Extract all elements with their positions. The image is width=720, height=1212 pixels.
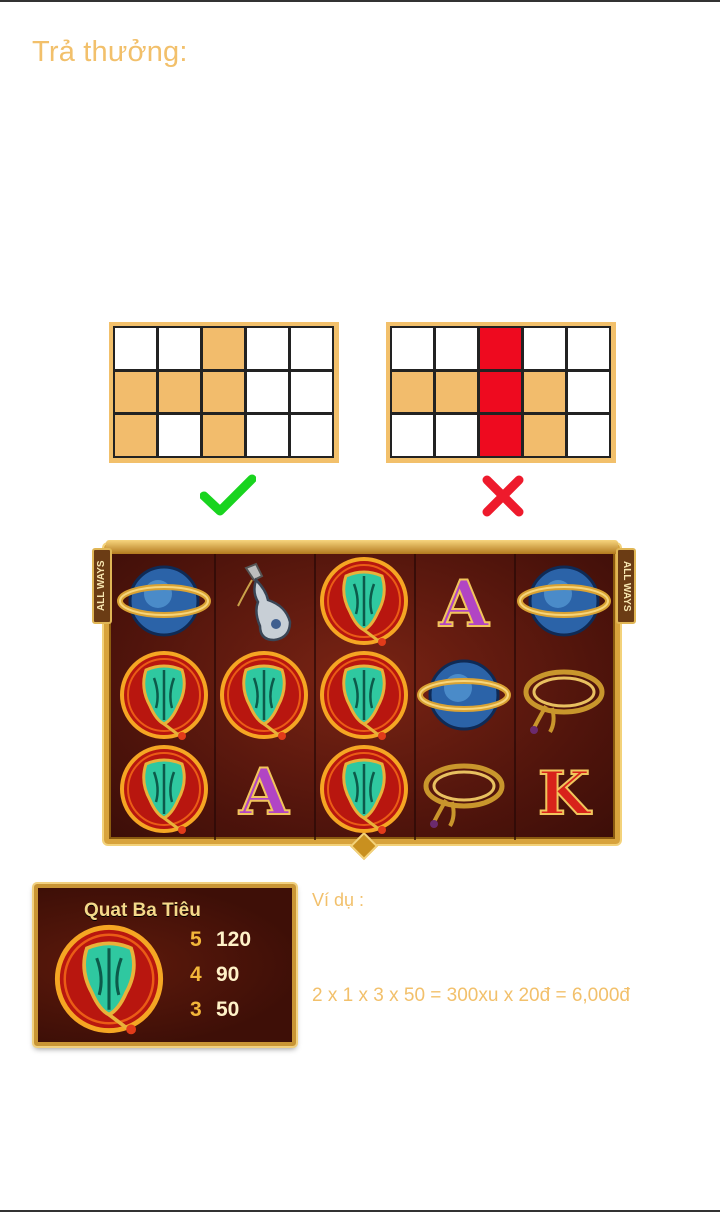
example-label: Ví dụ : — [312, 890, 365, 910]
invalid-pattern-cell — [478, 413, 523, 458]
valid-pattern-cell — [289, 413, 334, 458]
letter-a-symbol: A — [416, 554, 512, 648]
paytable-card: Quat Ba Tiêu 5 120 4 90 3 50 — [34, 884, 296, 1046]
invalid-pattern-cell — [390, 369, 435, 415]
example-formula: 2 x 1 x 3 x 50 = 300xu x 20đ = 6,000đ — [312, 985, 630, 1006]
valid-pattern-cell — [245, 413, 290, 458]
fan-symbol — [316, 742, 412, 836]
paytable-payout: 120 — [216, 928, 252, 951]
invalid-pattern-cell — [434, 369, 479, 415]
valid-pattern-cell — [245, 326, 290, 371]
invalid-pattern-cell — [566, 369, 611, 415]
check-icon — [200, 474, 256, 516]
letter-k-symbol: K — [516, 742, 612, 836]
page-title: Trả thưởng: — [32, 36, 188, 68]
valid-pattern-cell — [201, 413, 246, 458]
paytable-payout: 50 — [216, 998, 240, 1021]
invalid-pattern-grid — [386, 322, 616, 463]
valid-pattern-cell — [289, 326, 334, 371]
all-ways-tag-left: ALL WAYS — [92, 548, 112, 624]
svg-text:A: A — [238, 755, 290, 830]
reel-top-ornament — [106, 540, 618, 554]
invalid-pattern-cell — [478, 369, 523, 415]
paytable-row: 3 50 — [190, 998, 239, 1022]
invalid-pattern-cell — [566, 413, 611, 458]
paytable-row: 5 120 — [190, 928, 251, 952]
valid-pattern-cell — [157, 326, 202, 371]
invalid-pattern-cell — [390, 413, 435, 458]
valid-pattern-cell — [201, 369, 246, 415]
all-ways-tag-right: ALL WAYS — [616, 548, 636, 624]
valid-pattern-cell — [157, 369, 202, 415]
reel-grid-example: ALL WAYS ALL WAYS A A K — [92, 540, 636, 861]
fan-symbol — [216, 648, 312, 742]
rope-symbol — [516, 648, 612, 742]
valid-pattern-cell — [113, 369, 158, 415]
fan-symbol — [316, 554, 412, 648]
fan-symbol — [116, 742, 212, 836]
orb-symbol — [416, 648, 512, 742]
svg-text:K: K — [538, 759, 592, 829]
fan-symbol-icon — [54, 924, 164, 1035]
letter-a-symbol: A — [216, 742, 312, 836]
valid-pattern-grid — [109, 322, 339, 463]
valid-pattern-cell — [289, 369, 334, 415]
orb-symbol — [116, 554, 212, 648]
fan-symbol — [116, 648, 212, 742]
paytable-count: 5 — [190, 928, 202, 951]
invalid-pattern-cell — [434, 413, 479, 458]
valid-pattern-cell — [113, 326, 158, 371]
invalid-pattern-cell — [522, 413, 567, 458]
valid-pattern-cell — [245, 369, 290, 415]
top-border — [0, 0, 720, 2]
valid-pattern-cell — [157, 413, 202, 458]
fan-symbol — [316, 648, 412, 742]
invalid-pattern-cell — [434, 326, 479, 371]
invalid-pattern-cell — [522, 326, 567, 371]
paytable-row: 4 90 — [190, 963, 239, 987]
paytable-payout: 90 — [216, 963, 240, 986]
valid-pattern-cell — [113, 413, 158, 458]
paytable-count: 3 — [190, 998, 202, 1021]
paytable-symbol-name: Quat Ba Tiêu — [84, 900, 201, 921]
svg-text:A: A — [438, 567, 490, 642]
invalid-pattern-cell — [522, 369, 567, 415]
invalid-pattern-cell — [566, 326, 611, 371]
valid-pattern-cell — [201, 326, 246, 371]
invalid-pattern-cell — [390, 326, 435, 371]
invalid-pattern-cell — [478, 326, 523, 371]
paytable-count: 4 — [190, 963, 202, 986]
rope-symbol — [416, 742, 512, 836]
orb-symbol — [516, 554, 612, 648]
gourd-symbol — [216, 554, 312, 648]
cross-icon — [482, 475, 524, 517]
